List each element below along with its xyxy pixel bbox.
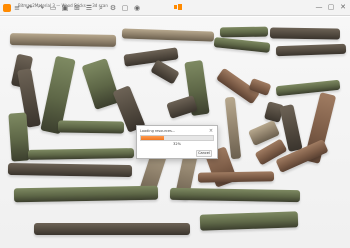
wood-stick [57, 120, 125, 134]
folder-icon[interactable]: ▭ [48, 3, 58, 13]
wood-stick [224, 96, 242, 160]
progress-fill [141, 136, 165, 140]
maximize-button[interactable]: ▢ [327, 3, 335, 11]
wood-stick [169, 187, 301, 203]
wood-stick [150, 59, 180, 85]
wood-stick [213, 37, 271, 53]
wood-stick [9, 33, 117, 47]
progress-bar [140, 135, 214, 141]
wood-stick [8, 112, 30, 162]
wood-stick [121, 28, 215, 42]
wood-stick [81, 58, 121, 110]
close-icon[interactable]: × [208, 128, 214, 134]
wood-stick [13, 185, 159, 203]
redo-icon[interactable]: ↷ [36, 3, 46, 13]
camera-icon[interactable]: ◉ [132, 3, 142, 13]
wood-stick [7, 162, 133, 178]
menu-icon[interactable]: ≡ [12, 3, 22, 13]
progress-text: 32% [173, 142, 181, 146]
wood-stick [275, 43, 347, 57]
window-controls: — ▢ ✕ [315, 3, 347, 11]
undo-icon[interactable]: ↶ [24, 3, 34, 13]
wood-stick [197, 171, 275, 183]
image-icon[interactable]: ▢ [120, 3, 130, 13]
wood-stick [219, 26, 269, 38]
wood-stick [34, 223, 190, 235]
layers-icon[interactable]: ☰ [84, 3, 94, 13]
settings-icon[interactable]: ⚙ [108, 3, 118, 13]
zoom-icon[interactable]: ⌕ [96, 3, 106, 13]
save-icon[interactable]: ▣ [60, 3, 70, 13]
close-button[interactable]: ✕ [339, 3, 347, 11]
wood-stick [123, 47, 179, 67]
grid-icon[interactable]: ⊞ [72, 3, 82, 13]
title-bar: Bitmap2Material 3 — Wood Sticks — 3d sca… [0, 0, 350, 16]
wood-stick [199, 211, 299, 231]
viewport-icon [174, 4, 182, 10]
dialog-title: Loading resources... [140, 129, 176, 133]
loading-dialog: Loading resources... × 32% Cancel [136, 125, 218, 159]
minimize-button[interactable]: — [315, 3, 323, 11]
viewport[interactable]: Loading resources... × 32% Cancel [0, 17, 350, 248]
cancel-button[interactable]: Cancel [196, 150, 212, 157]
wood-stick [269, 27, 341, 40]
wood-stick [27, 148, 135, 160]
